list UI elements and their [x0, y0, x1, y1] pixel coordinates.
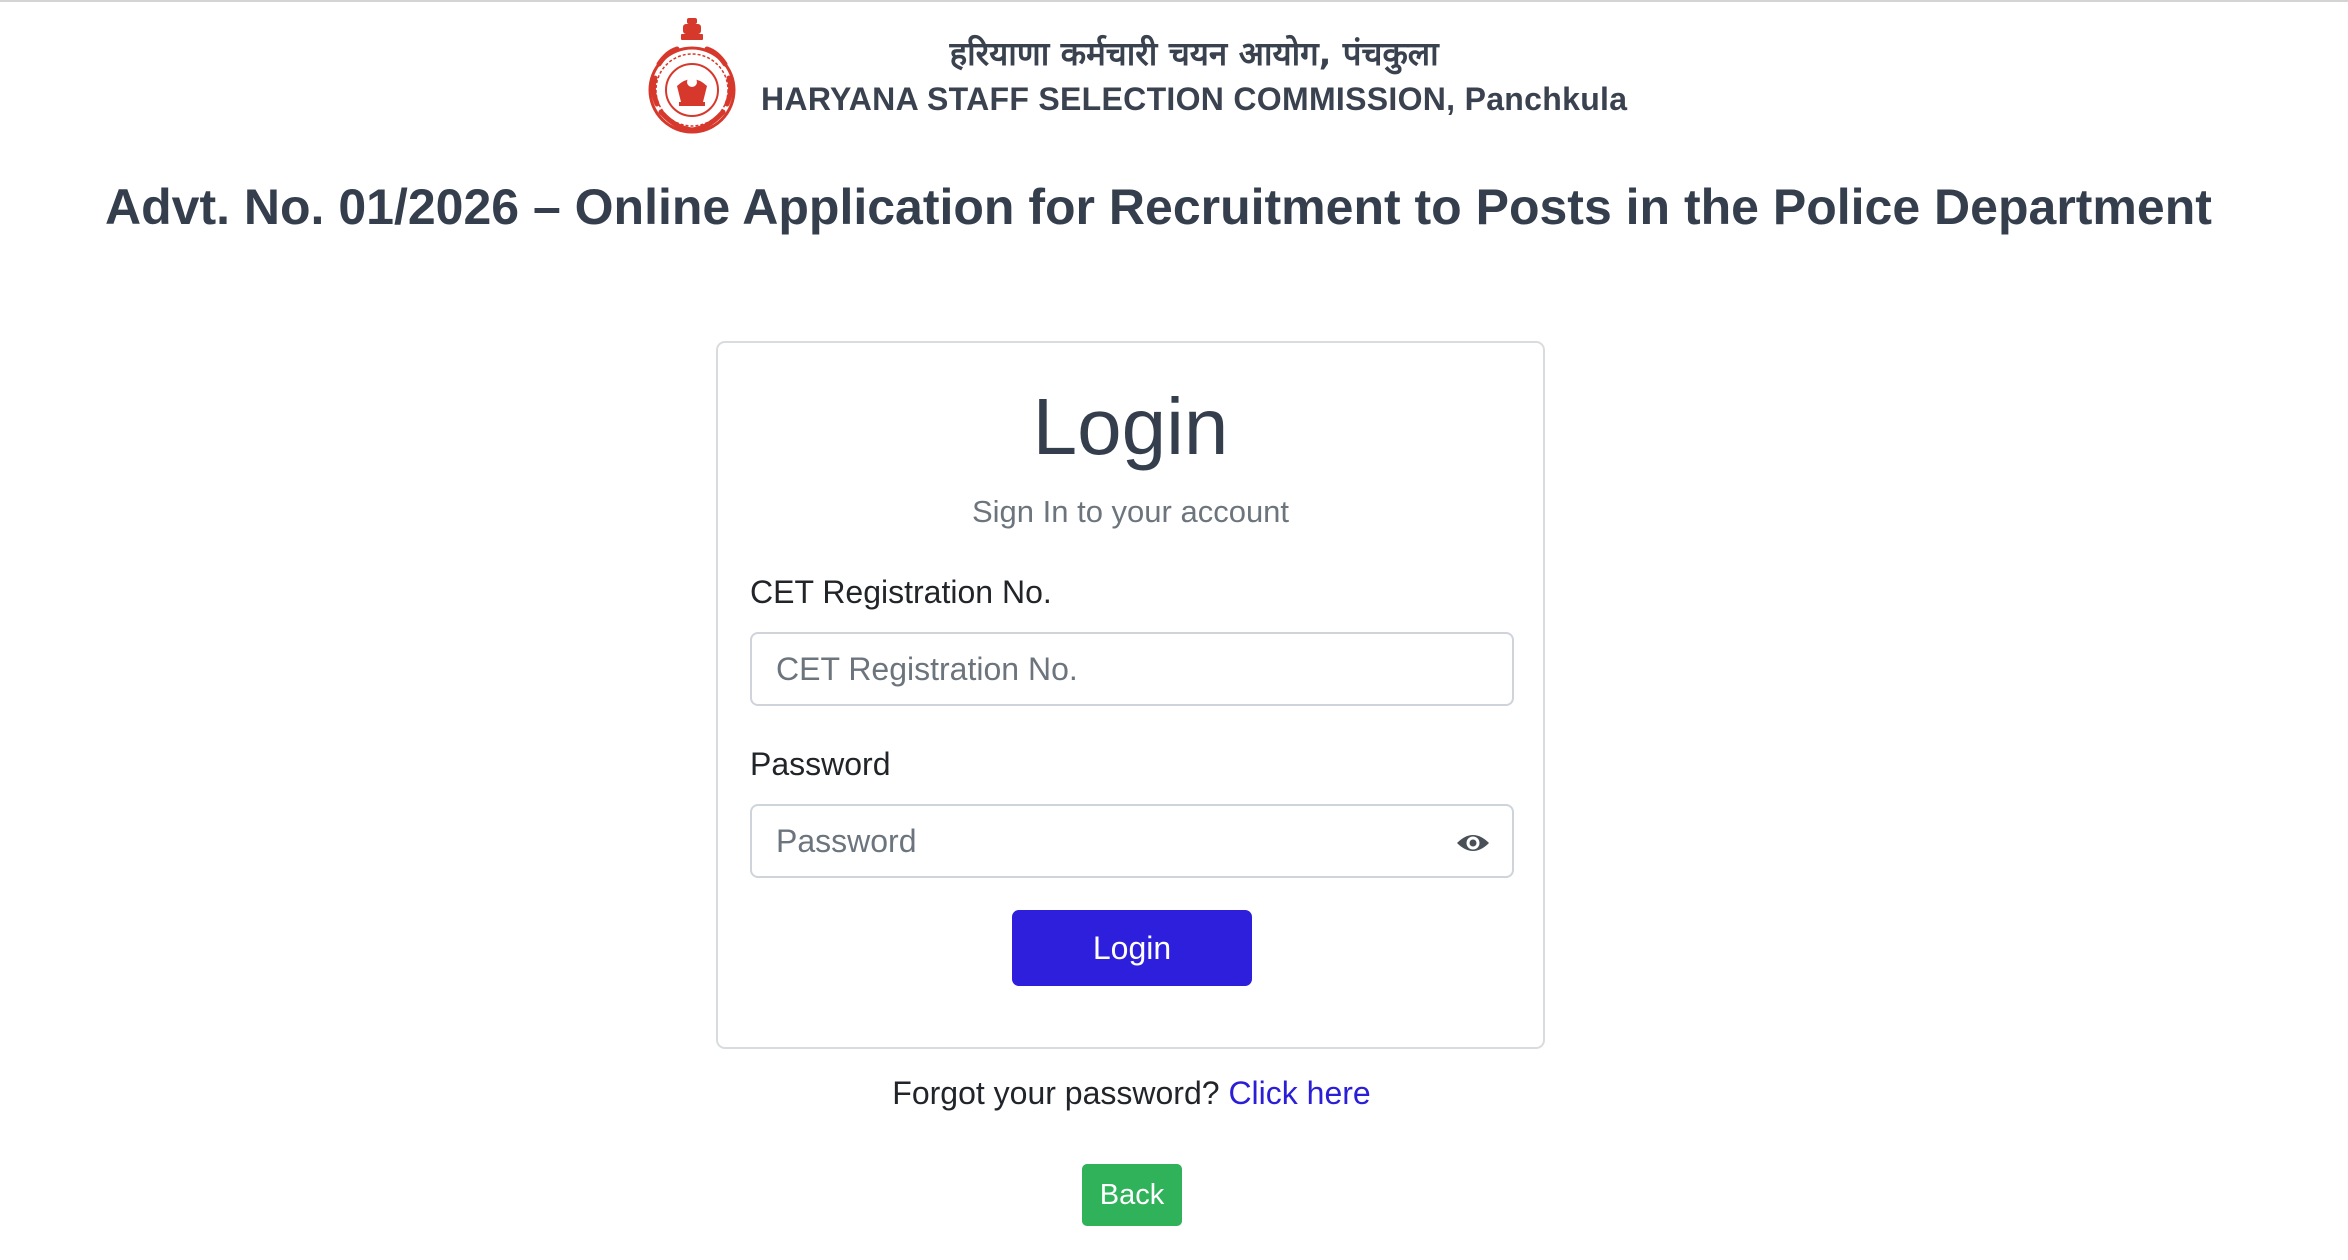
- login-subtitle: Sign In to your account: [971, 494, 1290, 529]
- site-header: हरियाणा कर्मचारी चयन आयोग, पंचकुला HARYA…: [645, 16, 1627, 136]
- page-title: Advt. No. 01/2026 – Online Application f…: [105, 179, 2212, 235]
- eye-icon[interactable]: [1455, 831, 1491, 855]
- top-border: [0, 0, 2348, 2]
- english-title: HARYANA STAFF SELECTION COMMISSION, Panc…: [761, 81, 1628, 117]
- forgot-password-row: Forgot your password? Click here: [0, 1070, 2263, 1116]
- back-button[interactable]: Back: [1082, 1164, 1182, 1226]
- password-input[interactable]: [750, 804, 1514, 878]
- haryana-emblem-icon: [648, 18, 736, 134]
- password-label: Password: [750, 746, 891, 782]
- forgot-password-text: Forgot your password?: [892, 1075, 1220, 1111]
- login-title: Login: [1032, 382, 1229, 471]
- header-titles: हरियाणा कर्मचारी चयन आयोग, पंचकुला HARYA…: [761, 31, 1627, 121]
- registration-input[interactable]: [750, 632, 1514, 706]
- forgot-password-link[interactable]: Click here: [1228, 1075, 1370, 1111]
- hindi-title: हरियाणा कर्मचारी चयन आयोग, पंचकुला: [949, 34, 1439, 73]
- registration-label: CET Registration No.: [750, 574, 1052, 610]
- login-button[interactable]: Login: [1012, 910, 1252, 986]
